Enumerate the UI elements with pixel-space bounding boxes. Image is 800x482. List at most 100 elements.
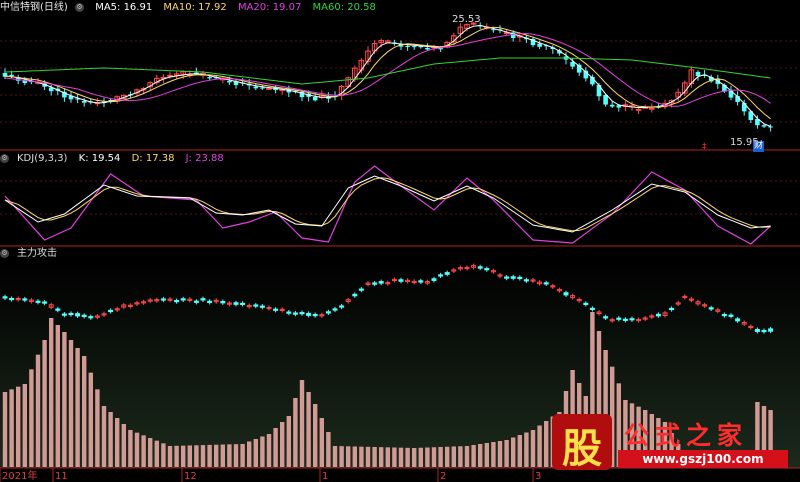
indicator-candle-body (292, 312, 298, 315)
candle-body (768, 126, 773, 128)
indicator-candle-body (306, 312, 312, 316)
x-axis-label: 3 (535, 471, 541, 482)
indicator-bar (385, 447, 390, 467)
indicator-bar (530, 430, 536, 467)
kdj-label[interactable]: KDJ(9,3,3) (17, 153, 67, 164)
watermark: 股 公式之家 www.gszj100.com (552, 414, 792, 472)
indicator-candle-body (81, 314, 87, 317)
candle-body (649, 107, 655, 110)
kdj-d-line (4, 177, 771, 232)
indicator-bar (266, 434, 272, 467)
indicator-candle-body (240, 302, 246, 305)
indicator-bar (372, 447, 377, 467)
finance-marker[interactable]: 财 (753, 141, 765, 152)
settings-icon[interactable]: ⚙ (75, 2, 84, 12)
indicator-candle-body (517, 276, 523, 280)
indicator-candle-body (735, 318, 741, 322)
indicator-bar (313, 404, 318, 467)
indicator-candle-body (55, 308, 61, 311)
indicator-bar (412, 448, 417, 467)
indicator-bar (425, 447, 430, 467)
watermark-url: www.gszj100.com (618, 450, 788, 468)
indicator-bar (332, 446, 338, 467)
indicator-bar (392, 447, 397, 467)
indicator-bar (88, 372, 93, 467)
indicator-bar (418, 447, 423, 467)
indicator-candle-body (259, 305, 265, 308)
indicator-bar (240, 444, 245, 467)
indicator-candle-body (108, 309, 114, 313)
indicator-candle-body (629, 318, 635, 321)
indicator-candle-body (504, 276, 510, 279)
indicator-bar (491, 442, 496, 467)
indicator-candle-body (655, 313, 661, 317)
indicator-bar (16, 386, 21, 467)
indicator-candle-body (42, 301, 48, 304)
indicator-bar (273, 428, 278, 467)
indicator-candle-body (622, 318, 628, 321)
x-axis-label: 12 (184, 471, 197, 482)
indicator-bar (214, 444, 219, 467)
indicator-bar (544, 421, 549, 467)
high-price-label: 25.53 (452, 14, 481, 25)
indicator-candle-body (477, 266, 483, 269)
indicator-bar (49, 318, 54, 467)
indicator-candle-body (233, 302, 239, 305)
indicator-candle-body (768, 328, 774, 332)
indicator-candle-body (583, 302, 589, 306)
indicator-candle-body (431, 278, 437, 281)
kdj-k-line (4, 175, 771, 233)
candle-body (411, 46, 417, 48)
indicator-candle-body (543, 282, 549, 285)
stock-title[interactable]: 中信特钢(日线) (0, 2, 68, 13)
indicator-bar (9, 389, 14, 467)
candle-body (312, 97, 318, 101)
indicator-bar (280, 422, 285, 467)
indicator-candle-body (180, 298, 186, 301)
x-axis-label: 1 (322, 471, 328, 482)
settings-icon[interactable]: ⚙ (0, 248, 9, 258)
indicator-bar (167, 446, 173, 467)
indicator-bar (187, 445, 192, 467)
indicator-bar (35, 354, 41, 467)
indicator-bar (194, 445, 199, 467)
indicator-bar (339, 446, 344, 467)
indicator-bar (2, 392, 8, 467)
indicator-candle-body (418, 280, 424, 283)
indicator-bar (161, 443, 166, 467)
watermark-brand: 公式之家 (624, 421, 749, 450)
indicator-bar (405, 447, 410, 467)
indicator-bar (148, 438, 153, 467)
candle-body (9, 74, 14, 77)
indicator-bar (471, 445, 476, 467)
indicator-candle-body (273, 308, 279, 311)
kdj-panel-header: ⚙ KDJ(9,3,3) K: 19.54 D: 17.38 J: 23.88 (0, 152, 232, 166)
settings-icon[interactable]: ⚙ (0, 153, 9, 163)
indicator-title[interactable]: 主力攻击 (17, 248, 57, 259)
candle-body (425, 47, 430, 50)
indicator-candle-body (286, 311, 292, 314)
indicator-bar (108, 412, 113, 467)
ma5-value: MA5: 16.91 (95, 2, 153, 13)
indicator-bar (42, 340, 47, 467)
indicator-bar (181, 445, 186, 467)
candle-body (695, 71, 701, 77)
indicator-bar (29, 369, 34, 467)
kdj-k-value: K: 19.54 (78, 153, 121, 164)
indicator-bar (484, 443, 489, 467)
indicator-bar (68, 340, 74, 467)
indicator-bar (154, 440, 159, 467)
indicator-bar (115, 418, 120, 467)
indicator-bar (55, 325, 60, 467)
indicator-bar (253, 439, 258, 467)
indicator-bar (233, 444, 239, 467)
candle-body (741, 103, 747, 112)
indicator-candle-body (761, 329, 767, 333)
indicator-bar (22, 384, 27, 467)
indicator-candle-body (372, 282, 378, 285)
indicator-candle-body (358, 288, 364, 291)
indicator-candle-body (378, 281, 384, 284)
indicator-bar (517, 435, 522, 467)
indicator-bar (95, 389, 100, 467)
indicator-bar (101, 406, 107, 467)
